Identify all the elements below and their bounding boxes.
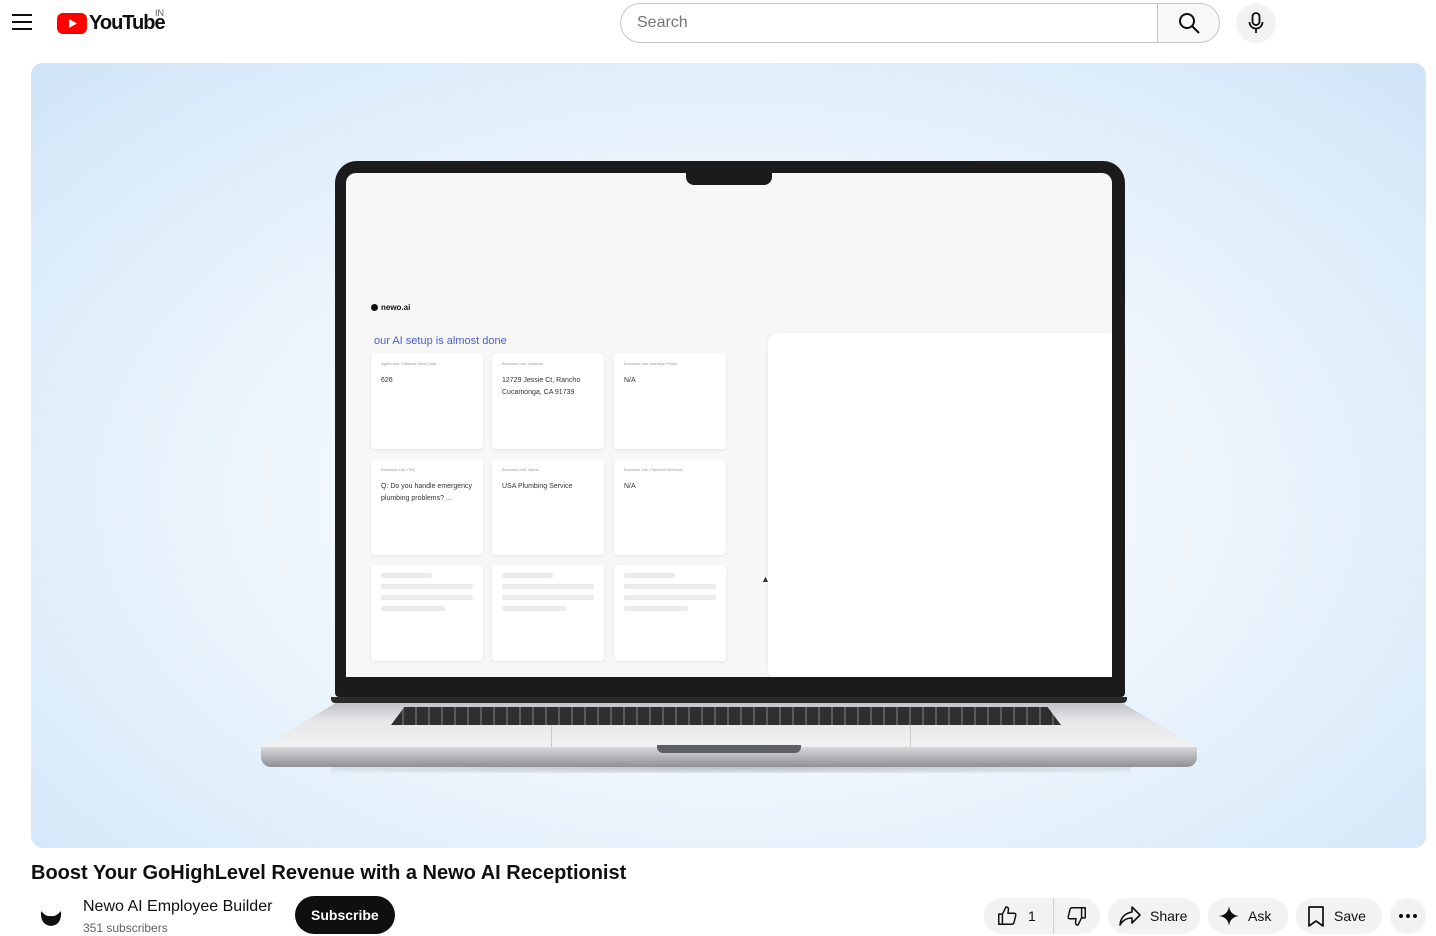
bookmark-icon — [1308, 906, 1324, 927]
dislike-button[interactable] — [1054, 898, 1088, 934]
ask-button[interactable]: Ask — [1208, 898, 1288, 934]
side-panel — [768, 333, 1112, 677]
video-owner: Newo AI Employee Builder 351 subscribers… — [31, 896, 395, 936]
info-card: Agent Info: Fallback Area Code 626 — [371, 353, 483, 449]
laptop-screen: newo.ai our AI setup is almost done Agen… — [346, 173, 1112, 677]
more-actions-button[interactable] — [1390, 898, 1426, 934]
card-label: Business Info: Address — [502, 361, 543, 366]
channel-avatar[interactable] — [31, 896, 71, 936]
microphone-icon — [1248, 12, 1264, 33]
info-card: Business Info: Average Prices N/A — [614, 353, 726, 449]
laptop-trackpad — [551, 725, 911, 747]
thumbs-up-icon — [998, 906, 1017, 925]
card-label: Business Info: Name — [502, 467, 539, 472]
youtube-play-icon — [57, 12, 87, 34]
share-label: Share — [1150, 908, 1188, 924]
hamburger-menu-icon — [12, 14, 32, 30]
card-label: Business Info: Payment Methods — [624, 467, 683, 472]
guide-menu-button[interactable] — [4, 4, 40, 40]
card-label: Business Info: Average Prices — [624, 361, 678, 366]
channel-name[interactable]: Newo AI Employee Builder — [83, 898, 272, 916]
like-button[interactable]: 1 — [984, 898, 1054, 934]
info-card: Business Info: FAQ Q: Do you handle emer… — [371, 459, 483, 555]
card-value: USA Plumbing Service — [502, 483, 573, 490]
card-value: 12729 Jessie Ct, Rancho Cucamonga, CA 91… — [502, 377, 581, 396]
newo-logo-icon — [371, 304, 378, 311]
card-label: Business Info: FAQ — [381, 467, 416, 472]
subscribe-button[interactable]: Subscribe — [295, 896, 395, 934]
share-arrow-icon — [1119, 906, 1141, 926]
info-card: Business Info: Address 12729 Jessie Ct, … — [492, 353, 604, 449]
skeleton-card — [614, 565, 726, 661]
thumbs-down-icon — [1067, 907, 1086, 926]
info-card: Business Info: Name USA Plumbing Service — [492, 459, 604, 555]
video-player[interactable]: newo.ai our AI setup is almost done Agen… — [31, 63, 1426, 848]
mouse-cursor-icon: ▲ — [761, 574, 770, 584]
more-horizontal-icon — [1399, 914, 1417, 918]
save-label: Save — [1334, 908, 1366, 924]
sparkle-icon — [1219, 906, 1239, 926]
newo-logo: newo.ai — [371, 303, 410, 312]
country-code: IN — [155, 8, 164, 18]
skeleton-card — [371, 565, 483, 661]
laptop-keyboard — [391, 707, 1061, 725]
newo-logo-text: newo.ai — [381, 303, 411, 312]
setup-heading: our AI setup is almost done — [374, 335, 507, 347]
search-icon — [1178, 13, 1200, 34]
card-value: N/A — [624, 483, 636, 490]
card-label: Agent Info: Fallback Area Code — [381, 361, 437, 366]
youtube-logo[interactable]: YouTube IN — [57, 8, 166, 34]
share-button[interactable]: Share — [1108, 898, 1200, 934]
card-value: 626 — [381, 377, 393, 384]
like-dislike-group: 1 — [984, 898, 1100, 934]
skeleton-card — [492, 565, 604, 661]
voice-search-button[interactable] — [1236, 3, 1276, 43]
card-value: N/A — [624, 377, 636, 384]
like-count: 1 — [1028, 908, 1036, 924]
laptop-base — [261, 697, 1197, 769]
save-button[interactable]: Save — [1296, 898, 1382, 934]
masthead: YouTube IN — [0, 0, 1436, 46]
youtube-wordmark: YouTube — [89, 11, 166, 34]
info-card: Business Info: Payment Methods N/A — [614, 459, 726, 555]
search-input[interactable] — [620, 3, 1157, 43]
video-title: Boost Your GoHighLevel Revenue with a Ne… — [31, 862, 627, 884]
search-button[interactable] — [1157, 3, 1220, 43]
subscriber-count: 351 subscribers — [83, 921, 168, 935]
card-value: Q: Do you handle emergency plumbing prob… — [381, 483, 473, 502]
camera-notch — [686, 169, 772, 185]
search-box — [620, 3, 1220, 43]
newo-logo-icon — [40, 911, 62, 926]
ask-label: Ask — [1248, 908, 1272, 924]
